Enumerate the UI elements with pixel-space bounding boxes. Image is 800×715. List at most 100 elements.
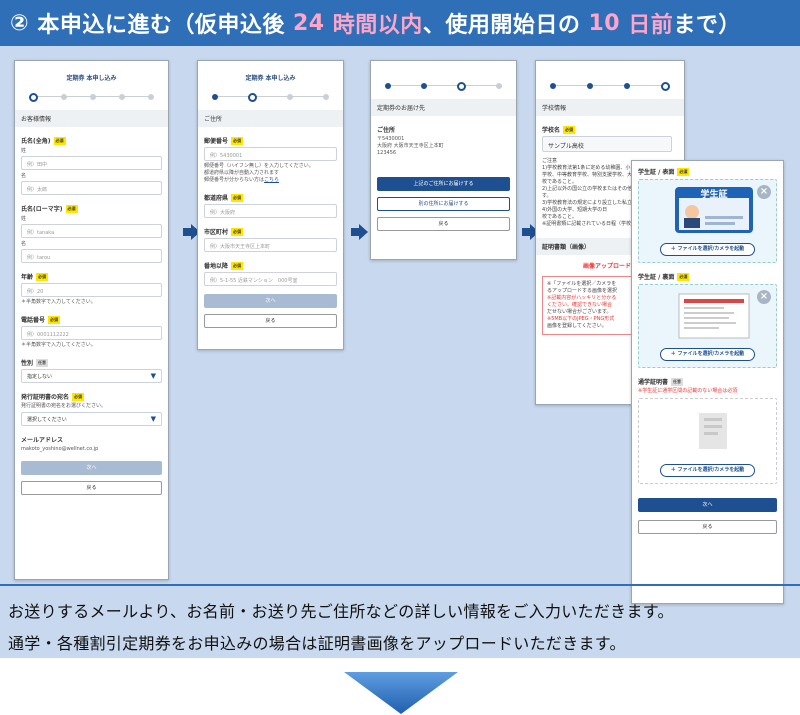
- step-banner: ② 本申込に進む（仮申込後 24 時間以内 、使用開始日の 10 日前 まで）: [0, 0, 800, 46]
- proof-select[interactable]: 選択してください ▼: [21, 412, 162, 426]
- field-label-name: 氏名(全角) 必須: [21, 136, 66, 145]
- required-badge: 必須: [563, 125, 576, 134]
- roman-last-input[interactable]: 例）tanaka: [21, 224, 162, 238]
- hours-unit: 時間以内: [332, 13, 423, 38]
- field-label-proof: 発行証明書の宛名 必須: [21, 392, 85, 401]
- step-dot: [119, 94, 125, 100]
- zip-lookup-link[interactable]: こちら: [264, 177, 279, 183]
- upload-front-button[interactable]: ＋ ファイルを選択/カメラを起動: [660, 243, 755, 256]
- field-label-phone: 電話番号 必須: [21, 315, 61, 324]
- field-label-gender: 性別 任意: [21, 358, 49, 367]
- days-value: 10: [588, 10, 621, 36]
- required-badge: 必須: [65, 204, 78, 213]
- back-button[interactable]: 戻る: [377, 217, 510, 231]
- street-input[interactable]: 例）5-1-55 近鉄マンション 000号室: [204, 272, 337, 286]
- back-upload-area[interactable]: × ＋ ファイルを選択/カメラを起動: [638, 284, 777, 368]
- step-title-pre: 本申込に進む（仮申込後: [37, 13, 285, 38]
- step-dot: [90, 94, 96, 100]
- upload-certificate-button[interactable]: ＋ ファイルを選択/カメラを起動: [660, 464, 755, 477]
- field-label-roman: 氏名(ローマ字) 必須: [21, 204, 78, 213]
- required-badge: 必須: [72, 392, 85, 401]
- step-dot: [624, 83, 630, 89]
- required-badge: 必須: [677, 167, 690, 176]
- step-number: ②: [10, 10, 30, 36]
- required-badge: 必須: [231, 136, 244, 145]
- card-back-icon: [678, 293, 750, 339]
- step-dot: [248, 92, 257, 102]
- field-label-age: 年齢 必須: [21, 272, 49, 281]
- step-dot: [61, 94, 67, 100]
- field-label-city: 市区町村 必須: [204, 227, 244, 236]
- front-upload-area[interactable]: 学生証 × ＋ ファイルを選択/カメラを起動: [638, 179, 777, 263]
- certificate-upload-area[interactable]: ＋ ファイルを選択/カメラを起動: [638, 398, 777, 484]
- front-label: 学生証 / 表面 必須: [638, 167, 690, 176]
- step-dot: [323, 94, 329, 100]
- step-title-end: まで）: [673, 13, 741, 38]
- required-badge: 必須: [677, 272, 690, 281]
- required-badge: 必須: [48, 315, 61, 324]
- step-dot: [421, 83, 427, 89]
- close-icon[interactable]: ×: [757, 290, 771, 304]
- zip-note: 郵便番号（ハイフン無し）を入力してください。 都道府県以降が自動入力されます 郵便番…: [204, 163, 314, 183]
- required-badge: 必須: [231, 193, 244, 202]
- phone-input[interactable]: 例）0001112222: [21, 326, 162, 340]
- arrow-down-icon: [344, 672, 458, 714]
- close-icon[interactable]: ×: [757, 185, 771, 199]
- divider: [0, 584, 800, 586]
- required-badge: 必須: [231, 261, 244, 270]
- screen-title: 定期券 本申し込み: [245, 75, 296, 82]
- other-address-button[interactable]: 別の住所にお届けする: [377, 197, 510, 211]
- required-badge: 必須: [231, 227, 244, 236]
- document-icon: [699, 413, 727, 449]
- back-button[interactable]: 戻る: [638, 520, 777, 534]
- sub-label: 姓: [21, 148, 27, 154]
- deliver-here-button[interactable]: 上記のご住所にお届けする: [377, 177, 510, 191]
- caption-line-1: お送りするメールより、お名前・お送り先ご住所などの詳しい情報をご入力いただきます…: [8, 602, 674, 621]
- screen-upload: 学生証 / 表面 必須 学生証 × ＋ ファイルを選択/カメラを起動 学生証 / …: [631, 160, 784, 604]
- optional-badge: 任意: [36, 358, 49, 367]
- section-heading: お客様情報: [15, 110, 168, 127]
- delivery-address: 〒5430001 大阪府 大阪市天王寺区上本町 123456: [377, 136, 444, 156]
- screen-address: 定期券 本申し込み ご住所 郵便番号 必須 例）5430001 郵便番号（ハイフン…: [197, 60, 344, 350]
- step-dot: [587, 83, 593, 89]
- hours-value: 24: [293, 10, 325, 36]
- field-label-school: 学校名 必須: [542, 125, 576, 134]
- sub-label: 名: [21, 173, 27, 179]
- sub-label: 姓: [21, 216, 27, 222]
- back-button[interactable]: 戻る: [204, 314, 337, 328]
- school-input[interactable]: サンプル高校: [542, 136, 672, 152]
- progress-steps: [29, 92, 154, 102]
- section-heading: 定期券のお届け先: [371, 99, 516, 116]
- address-label: ご住所: [377, 127, 396, 134]
- optional-badge: 任意: [671, 377, 684, 386]
- pref-input[interactable]: 例）大阪府: [204, 204, 337, 218]
- back-button[interactable]: 戻る: [21, 481, 162, 495]
- gender-select[interactable]: 指定しない ▼: [21, 369, 162, 383]
- screen-customer-info: 定期券 本申し込み お客様情報 氏名(全角) 必須 姓 例）田中 名 例）太郎 氏…: [14, 60, 169, 580]
- age-input[interactable]: 例）20: [21, 283, 162, 297]
- section-heading: ご住所: [198, 110, 343, 127]
- days-unit: 日前: [628, 13, 674, 38]
- required-badge: 必須: [36, 272, 49, 281]
- next-button[interactable]: 次へ: [21, 461, 162, 475]
- upload-back-button[interactable]: ＋ ファイルを選択/カメラを起動: [660, 348, 755, 361]
- step-dot: [457, 81, 466, 91]
- city-input[interactable]: 例）大阪市天王寺区上本町: [204, 238, 337, 252]
- last-name-input[interactable]: 例）田中: [21, 156, 162, 170]
- next-button[interactable]: 次へ: [204, 294, 337, 308]
- step-dot: [496, 83, 502, 89]
- certificate-label: 通学証明書 任意: [638, 377, 684, 386]
- roman-first-input[interactable]: 例）tarou: [21, 249, 162, 263]
- next-button[interactable]: 次へ: [638, 498, 777, 512]
- step-dot: [212, 94, 218, 100]
- first-name-input[interactable]: 例）太郎: [21, 181, 162, 195]
- required-badge: 必須: [53, 136, 66, 145]
- screen-delivery: 定期券のお届け先 ご住所 〒5430001 大阪府 大阪市天王寺区上本町 12345…: [370, 60, 517, 260]
- field-label-zip: 郵便番号 必須: [204, 136, 244, 145]
- step-dot: [287, 94, 293, 100]
- dropdown-arrow-icon: ▼: [150, 372, 156, 380]
- step-dot: [29, 92, 38, 102]
- zip-input[interactable]: 例）5430001: [204, 147, 337, 161]
- phone-note: ＊半角数字で入力してください。: [21, 342, 96, 348]
- screen-title: 定期券 本申し込み: [66, 75, 117, 82]
